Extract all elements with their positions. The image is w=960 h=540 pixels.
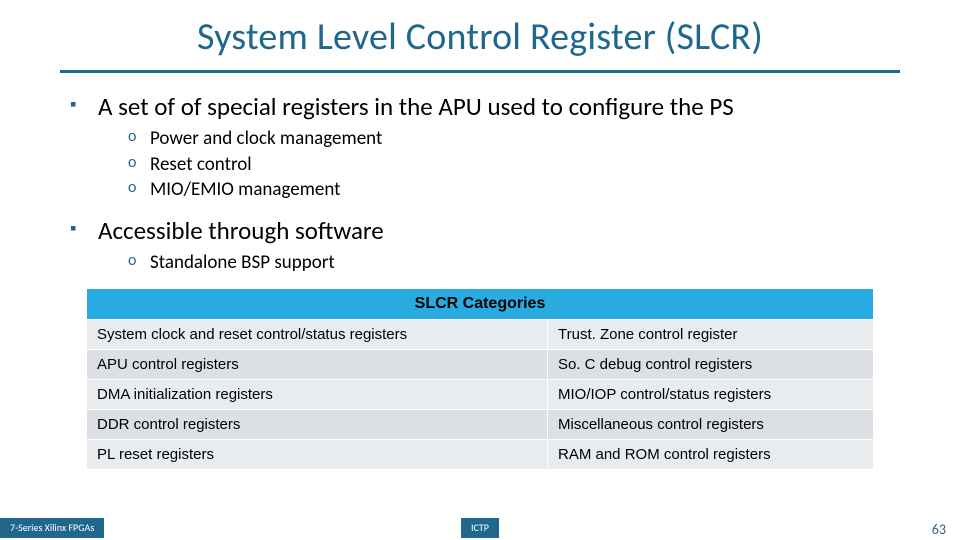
table-container: SLCR Categories System clock and reset c… <box>86 288 874 470</box>
sub-bullet-item: Reset control <box>98 152 890 178</box>
footer-left: 7-Series Xilinx FPGAs <box>0 518 104 538</box>
sub-bullet-list: Power and clock management Reset control… <box>98 126 890 203</box>
slide-title: System Level Control Register (SLCR) <box>60 14 900 60</box>
table-row: PL reset registers RAM and ROM control r… <box>87 439 874 469</box>
table-cell: APU control registers <box>87 349 548 379</box>
bullet-list: A set of of special registers in the APU… <box>70 91 890 276</box>
slcr-categories-table: SLCR Categories System clock and reset c… <box>86 288 874 470</box>
table-cell: DMA initialization registers <box>87 379 548 409</box>
table-cell: DDR control registers <box>87 409 548 439</box>
sub-bullet-list: Standalone BSP support <box>98 250 890 276</box>
footer-center: ICTP <box>461 518 499 538</box>
bullet-text: Accessible through software <box>98 215 384 246</box>
sub-bullet-item: Power and clock management <box>98 126 890 152</box>
content-area: A set of of special registers in the APU… <box>60 73 900 470</box>
table-cell: System clock and reset control/status re… <box>87 319 548 349</box>
table-header: SLCR Categories <box>87 288 874 319</box>
sub-bullet-item: MIO/EMIO management <box>98 177 890 203</box>
table-row: DDR control registers Miscellaneous cont… <box>87 409 874 439</box>
slide: System Level Control Register (SLCR) A s… <box>0 0 960 540</box>
table-header-row: SLCR Categories <box>87 288 874 319</box>
table-cell: So. C debug control registers <box>548 349 874 379</box>
footer: 7-Series Xilinx FPGAs ICTP 63 <box>0 518 960 540</box>
sub-bullet-item: Standalone BSP support <box>98 250 890 276</box>
table-row: System clock and reset control/status re… <box>87 319 874 349</box>
table-row: DMA initialization registers MIO/IOP con… <box>87 379 874 409</box>
table-row: APU control registers So. C debug contro… <box>87 349 874 379</box>
table-cell: Trust. Zone control register <box>548 319 874 349</box>
table-cell: MIO/IOP control/status registers <box>548 379 874 409</box>
table-cell: Miscellaneous control registers <box>548 409 874 439</box>
table-cell: PL reset registers <box>87 439 548 469</box>
bullet-item: Accessible through software Standalone B… <box>70 215 890 276</box>
table-cell: RAM and ROM control registers <box>548 439 874 469</box>
bullet-item: A set of of special registers in the APU… <box>70 91 890 203</box>
page-number: 63 <box>932 521 946 538</box>
bullet-text: A set of of special registers in the APU… <box>98 91 734 122</box>
